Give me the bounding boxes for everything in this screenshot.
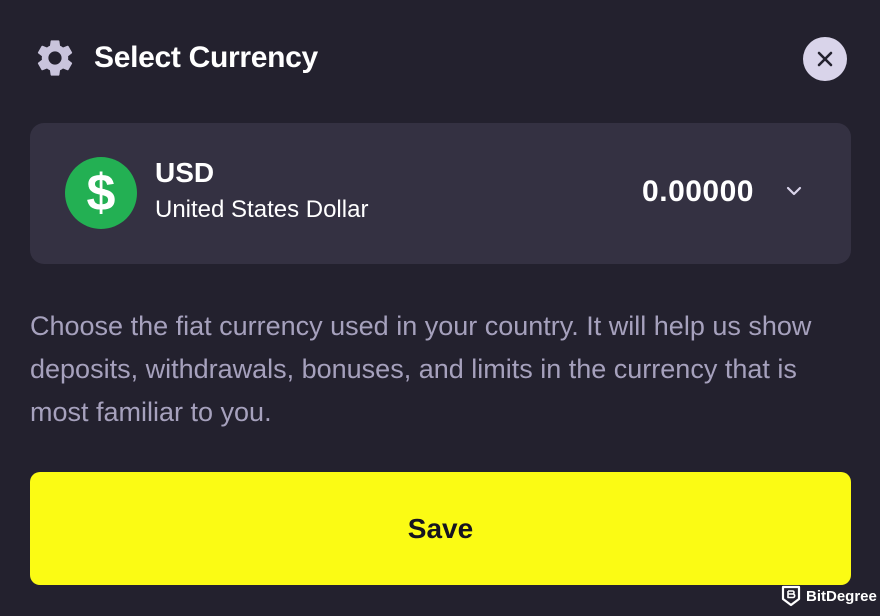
gear-icon <box>37 40 73 76</box>
save-button[interactable]: Save <box>30 472 851 585</box>
watermark-text: BitDegree <box>806 587 877 605</box>
modal-title: Select Currency <box>94 41 318 74</box>
watermark: BitDegree <box>781 584 877 608</box>
select-currency-modal: Select Currency $ USD United States Doll… <box>0 0 880 616</box>
currency-name: United States Dollar <box>155 196 369 223</box>
currency-code: USD <box>155 157 215 188</box>
modal-header: Select Currency <box>33 36 318 80</box>
currency-balance: 0.00000 <box>642 175 754 208</box>
close-button[interactable] <box>803 37 847 81</box>
currency-select-dropdown[interactable]: $ USD United States Dollar 0.00000 <box>30 123 851 264</box>
bitdegree-logo-icon <box>781 585 801 607</box>
currency-symbol: $ <box>86 164 116 222</box>
currency-description: Choose the fiat currency used in your co… <box>30 311 812 427</box>
close-icon <box>817 51 833 67</box>
dollar-sign-icon: $ <box>65 157 137 229</box>
chevron-down-icon[interactable] <box>783 185 805 199</box>
